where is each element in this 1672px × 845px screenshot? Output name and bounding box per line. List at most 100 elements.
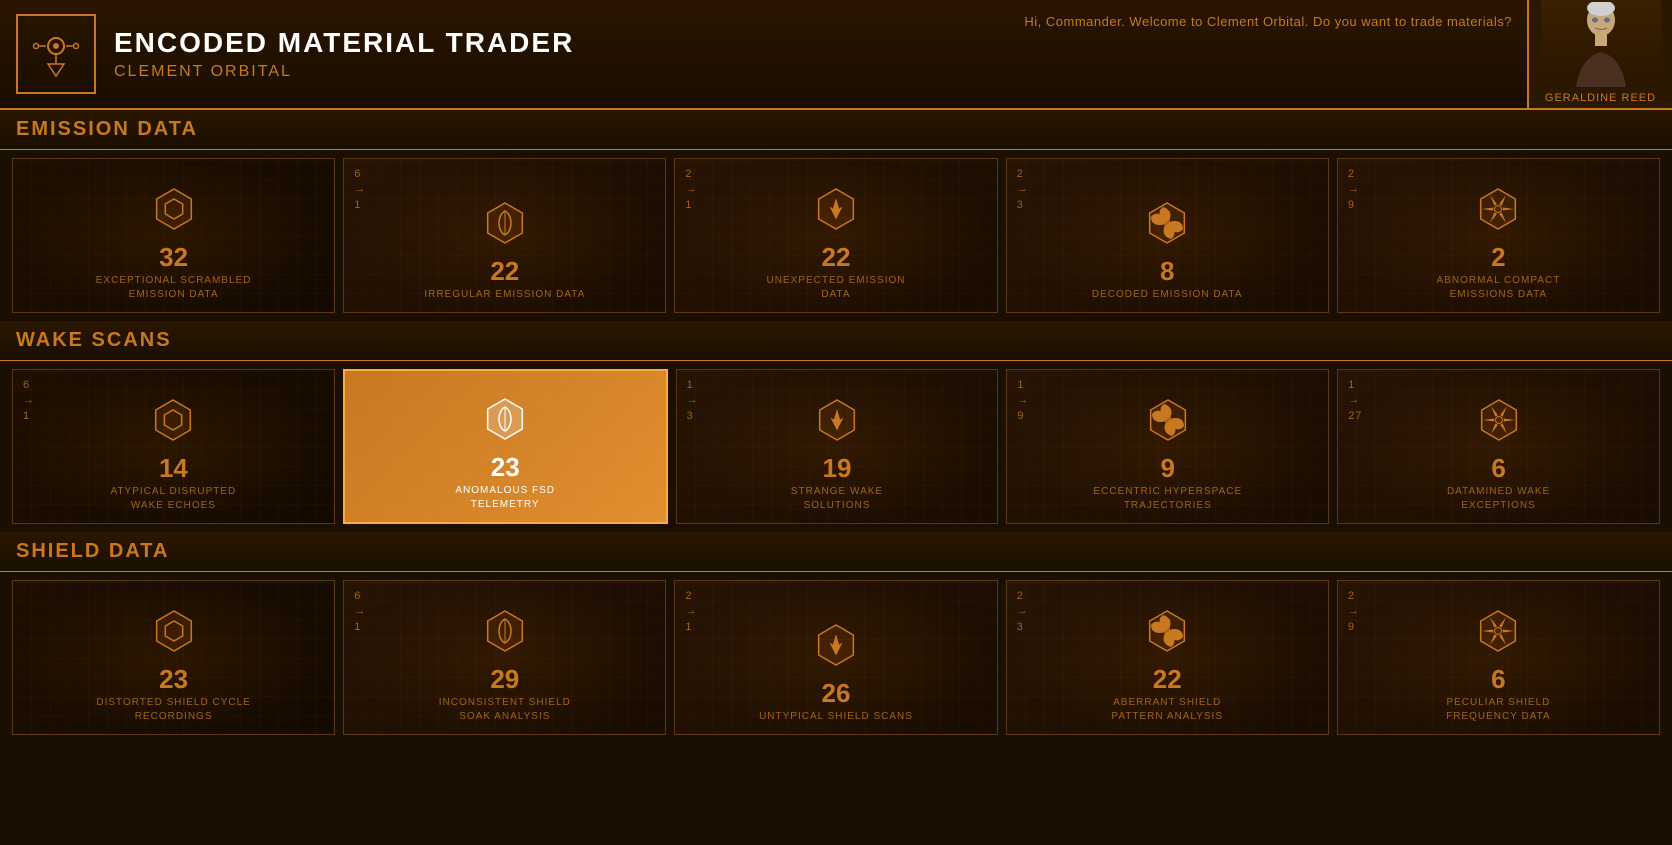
ratio-arrow-icon: → bbox=[354, 604, 366, 619]
ratio-arrow-icon: → bbox=[1348, 182, 1360, 197]
section-header-shield-data: SHIELD DATA bbox=[0, 532, 1672, 572]
card-datamined-wake[interactable]: 1→27 6DATAMINED WAKEEXCEPTIONS bbox=[1337, 369, 1660, 524]
ratio-arrow-icon: → bbox=[1348, 604, 1360, 619]
header-sub-title: CLEMENT ORBITAL bbox=[114, 63, 574, 81]
ratio-bottom: 1 bbox=[685, 198, 697, 213]
card-label-aberrant-shield: ABERRANT SHIELDPATTERN ANALYSIS bbox=[1111, 696, 1223, 724]
card-icon-atypical-disrupted bbox=[149, 396, 197, 449]
ratio-bottom: 9 bbox=[1017, 409, 1029, 424]
ratio-top: 1 bbox=[687, 378, 699, 393]
card-ratio-decoded-emission: 2→3 bbox=[1017, 167, 1029, 213]
card-number-datamined-wake: 6 bbox=[1491, 455, 1505, 481]
card-exceptional-scrambled[interactable]: 32EXCEPTIONAL SCRAMBLEDEMISSION DATA bbox=[12, 158, 335, 313]
ratio-arrow-icon: → bbox=[687, 393, 699, 408]
card-ratio-unexpected-emission: 2→1 bbox=[685, 167, 697, 213]
ratio-top: 2 bbox=[1348, 589, 1360, 604]
ratio-bottom: 1 bbox=[354, 198, 366, 213]
header-logo bbox=[16, 14, 96, 94]
card-number-aberrant-shield: 22 bbox=[1153, 666, 1182, 692]
ratio-arrow-icon: → bbox=[1017, 604, 1029, 619]
ratio-arrow-icon: → bbox=[1017, 182, 1029, 197]
ratio-bottom: 3 bbox=[1017, 620, 1029, 635]
card-decoded-emission[interactable]: 2→3 8 DECODED EMISSION DATA bbox=[1006, 158, 1329, 313]
ratio-bottom: 1 bbox=[23, 409, 35, 424]
ratio-top: 1 bbox=[1017, 378, 1029, 393]
card-unexpected-emission[interactable]: 2→1 22 UNEXPECTED EMISSIONDATA bbox=[674, 158, 997, 313]
card-label-exceptional-scrambled: EXCEPTIONAL SCRAMBLEDEMISSION DATA bbox=[96, 274, 252, 302]
card-inconsistent-shield[interactable]: 6→1 29INCONSISTENT SHIELDSOAK ANALYSIS bbox=[343, 580, 666, 735]
card-ratio-atypical-disrupted: 6→1 bbox=[23, 378, 35, 424]
card-label-anomalous-fsd: ANOMALOUS FSDTELEMETRY bbox=[455, 484, 555, 512]
card-aberrant-shield[interactable]: 2→3 22 ABERRANT SHIELDPATTERN ANALYSIS bbox=[1006, 580, 1329, 735]
ratio-bottom: 3 bbox=[687, 409, 699, 424]
card-number-decoded-emission: 8 bbox=[1160, 258, 1174, 284]
card-distorted-shield[interactable]: 23 DISTORTED SHIELD CYCLERECORDINGS bbox=[12, 580, 335, 735]
section-header-wake-scans: WAKE SCANS bbox=[0, 321, 1672, 361]
card-abnormal-compact[interactable]: 2→9 2ABNORMAL COMPACTEMISSIONS DATA bbox=[1337, 158, 1660, 313]
cards-grid-wake-scans: 6→1 14ATYPICAL DISRUPTEDWAKE ECHOES 23AN… bbox=[0, 361, 1672, 532]
card-ratio-abnormal-compact: 2→9 bbox=[1348, 167, 1360, 213]
avatar-image bbox=[1541, 0, 1661, 88]
card-label-eccentric-hyperspace: ECCENTRIC HYPERSPACETRAJECTORIES bbox=[1093, 485, 1242, 513]
card-icon-distorted-shield bbox=[150, 607, 198, 660]
card-label-peculiar-shield: PECULIAR SHIELDFREQUENCY DATA bbox=[1446, 696, 1551, 724]
card-label-decoded-emission: DECODED EMISSION DATA bbox=[1092, 288, 1243, 302]
ratio-arrow-icon: → bbox=[354, 182, 366, 197]
ratio-bottom: 1 bbox=[354, 620, 366, 635]
card-number-untypical-shield: 26 bbox=[822, 680, 851, 706]
header: ENCODED MATERIAL TRADER CLEMENT ORBITAL … bbox=[0, 0, 1672, 110]
header-greeting: Hi, Commander. Welcome to Clement Orbita… bbox=[1024, 14, 1512, 29]
ratio-top: 2 bbox=[685, 589, 697, 604]
card-number-unexpected-emission: 22 bbox=[822, 244, 851, 270]
card-icon-anomalous-fsd bbox=[481, 395, 529, 448]
ratio-arrow-icon: → bbox=[1017, 393, 1029, 408]
header-titles: ENCODED MATERIAL TRADER CLEMENT ORBITAL bbox=[114, 27, 574, 81]
card-peculiar-shield[interactable]: 2→9 6 PECULIAR SHIELDFREQUENCY DATA bbox=[1337, 580, 1660, 735]
card-number-eccentric-hyperspace: 9 bbox=[1161, 455, 1175, 481]
card-number-distorted-shield: 23 bbox=[159, 666, 188, 692]
card-irregular-emission[interactable]: 6→1 22IRREGULAR EMISSION DATA bbox=[343, 158, 666, 313]
card-ratio-eccentric-hyperspace: 1→9 bbox=[1017, 378, 1029, 424]
ratio-arrow-icon: → bbox=[685, 604, 697, 619]
section-header-emission-data: EMISSION DATA bbox=[0, 110, 1672, 150]
card-ratio-strange-wake: 1→3 bbox=[687, 378, 699, 424]
ratio-bottom: 27 bbox=[1348, 409, 1362, 424]
card-icon-irregular-emission bbox=[481, 199, 529, 252]
section-emission-data: EMISSION DATA 32EXCEPTIONAL SCRAMBLEDEMI… bbox=[0, 110, 1672, 321]
card-icon-eccentric-hyperspace bbox=[1144, 396, 1192, 449]
ratio-top: 6 bbox=[23, 378, 35, 393]
card-icon-aberrant-shield bbox=[1143, 607, 1191, 660]
card-icon-decoded-emission bbox=[1143, 199, 1191, 252]
card-label-atypical-disrupted: ATYPICAL DISRUPTEDWAKE ECHOES bbox=[110, 485, 236, 513]
ratio-bottom: 9 bbox=[1348, 198, 1360, 213]
ratio-top: 2 bbox=[1348, 167, 1360, 182]
card-anomalous-fsd[interactable]: 23ANOMALOUS FSDTELEMETRY bbox=[343, 369, 668, 524]
ratio-bottom: 9 bbox=[1348, 620, 1360, 635]
header-main-title: ENCODED MATERIAL TRADER bbox=[114, 27, 574, 59]
card-label-distorted-shield: DISTORTED SHIELD CYCLERECORDINGS bbox=[96, 696, 250, 724]
card-number-peculiar-shield: 6 bbox=[1491, 666, 1505, 692]
ratio-arrow-icon: → bbox=[23, 393, 35, 408]
avatar-name: GERALDINE REED bbox=[1545, 88, 1656, 108]
ratio-bottom: 3 bbox=[1017, 198, 1029, 213]
cards-grid-emission-data: 32EXCEPTIONAL SCRAMBLEDEMISSION DATA6→1 … bbox=[0, 150, 1672, 321]
card-strange-wake[interactable]: 1→3 19STRANGE WAKESOLUTIONS bbox=[676, 369, 999, 524]
card-ratio-peculiar-shield: 2→9 bbox=[1348, 589, 1360, 635]
card-ratio-aberrant-shield: 2→3 bbox=[1017, 589, 1029, 635]
card-label-irregular-emission: IRREGULAR EMISSION DATA bbox=[424, 288, 585, 302]
ratio-top: 2 bbox=[1017, 589, 1029, 604]
card-label-unexpected-emission: UNEXPECTED EMISSIONDATA bbox=[766, 274, 905, 302]
avatar-panel: GERALDINE REED bbox=[1527, 0, 1672, 108]
card-label-strange-wake: STRANGE WAKESOLUTIONS bbox=[791, 485, 883, 513]
cards-grid-shield-data: 23DISTORTED SHIELD CYCLERECORDINGS6→1 29… bbox=[0, 572, 1672, 743]
ratio-top: 2 bbox=[685, 167, 697, 182]
card-icon-strange-wake bbox=[813, 396, 861, 449]
card-label-datamined-wake: DATAMINED WAKEEXCEPTIONS bbox=[1447, 485, 1550, 513]
card-untypical-shield[interactable]: 2→1 26UNTYPICAL SHIELD SCANS bbox=[674, 580, 997, 735]
card-number-inconsistent-shield: 29 bbox=[490, 666, 519, 692]
card-eccentric-hyperspace[interactable]: 1→9 9ECCENTRIC HYPERSPACETRAJECTORIES bbox=[1006, 369, 1329, 524]
ratio-arrow-icon: → bbox=[1348, 393, 1362, 408]
card-number-atypical-disrupted: 14 bbox=[159, 455, 188, 481]
ratio-top: 2 bbox=[1017, 167, 1029, 182]
card-atypical-disrupted[interactable]: 6→1 14 ATYPICAL DISRUPTEDWAKE ECHOES bbox=[12, 369, 335, 524]
